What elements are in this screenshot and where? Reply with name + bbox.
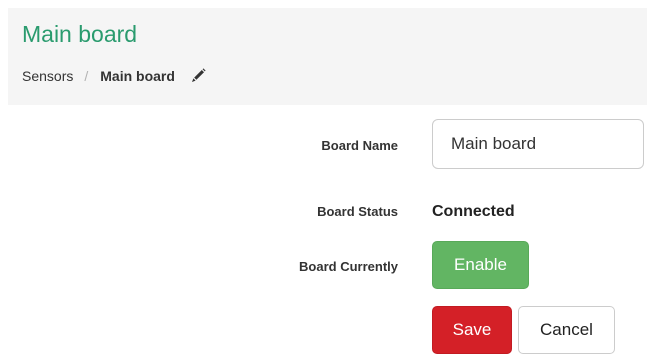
breadcrumb-current: Main board (100, 68, 175, 84)
page-title: Main board (22, 21, 138, 47)
board-status-value: Connected (432, 203, 515, 220)
breadcrumb: Sensors / Main board (22, 66, 206, 86)
breadcrumb-separator: / (84, 68, 89, 84)
board-currently-label: Board Currently (299, 259, 398, 274)
cancel-button[interactable]: Cancel (518, 306, 615, 354)
board-status-label: Board Status (317, 204, 398, 219)
enable-button[interactable]: Enable (432, 241, 529, 289)
pencil-icon[interactable] (190, 68, 206, 84)
save-button[interactable]: Save (432, 306, 512, 354)
board-name-label: Board Name (321, 138, 398, 153)
board-name-input[interactable] (432, 119, 644, 169)
board-settings-page: Main board Sensors / Main board Board Na… (0, 0, 647, 363)
breadcrumb-sensors-link[interactable]: Sensors (22, 68, 73, 84)
